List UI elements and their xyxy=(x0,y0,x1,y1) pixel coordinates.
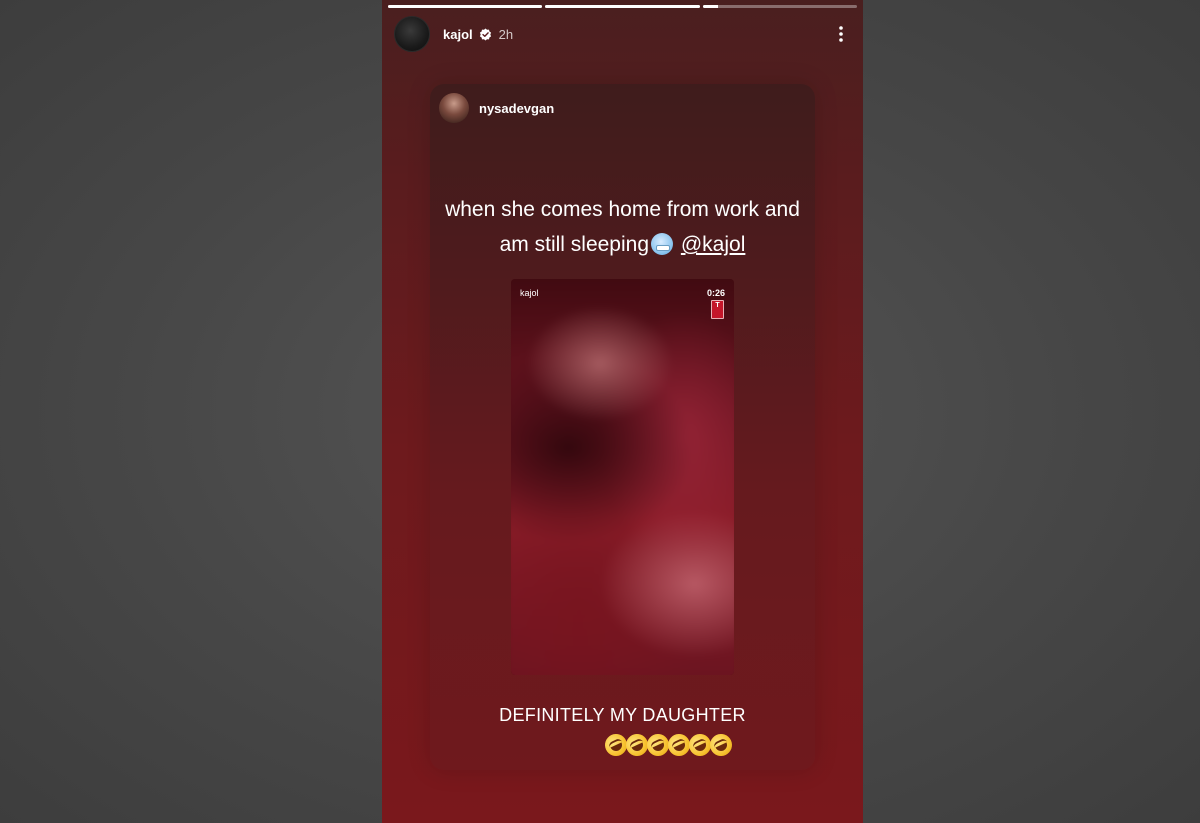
reshared-author-username[interactable]: nysadevgan xyxy=(479,101,554,116)
progress-segment xyxy=(545,5,700,8)
more-vertical-icon[interactable] xyxy=(831,22,851,46)
emoji-row xyxy=(601,730,736,760)
progress-segment xyxy=(702,5,857,8)
caption-line-2: am still sleeping @kajol xyxy=(430,227,815,262)
video-duration: 0:26 xyxy=(706,288,725,298)
progress-segment xyxy=(388,5,543,8)
post-time: 2h xyxy=(498,26,514,42)
reshared-post-card[interactable]: nysadevgan when she comes home from work… xyxy=(430,84,815,770)
story-text-overlay: DEFINITELY MY DAUGHTER xyxy=(499,705,746,725)
reshared-author-avatar[interactable] xyxy=(439,93,469,123)
progress-fill xyxy=(545,5,700,8)
video-username: kajol xyxy=(520,288,539,298)
author-username[interactable]: kajol xyxy=(443,27,473,42)
caption-line-2-text: am still sleeping xyxy=(499,233,650,256)
mention-link[interactable]: @kajol xyxy=(681,233,746,256)
t-series-letter: T xyxy=(715,302,720,309)
face-with-medical-mask-icon xyxy=(651,233,674,255)
t-series-icon: T xyxy=(711,300,724,319)
reshared-video-thumbnail[interactable]: kajol 0:26 T xyxy=(511,279,734,675)
caption-line-1: when she comes home from work and xyxy=(445,198,800,221)
reshared-post-header: nysadevgan xyxy=(439,93,554,123)
reshared-caption: when she comes home from work and am sti… xyxy=(430,192,815,262)
video-frame xyxy=(511,279,734,675)
story-viewer[interactable]: kajol 2h nysadevgan when she comes home … xyxy=(382,0,863,823)
author-avatar[interactable] xyxy=(394,16,430,52)
rofl-icon xyxy=(706,730,736,760)
story-progress-bar xyxy=(388,5,857,8)
progress-fill xyxy=(702,5,719,8)
progress-fill xyxy=(388,5,543,8)
story-header: kajol 2h xyxy=(394,16,851,52)
verified-badge-icon xyxy=(479,28,492,41)
